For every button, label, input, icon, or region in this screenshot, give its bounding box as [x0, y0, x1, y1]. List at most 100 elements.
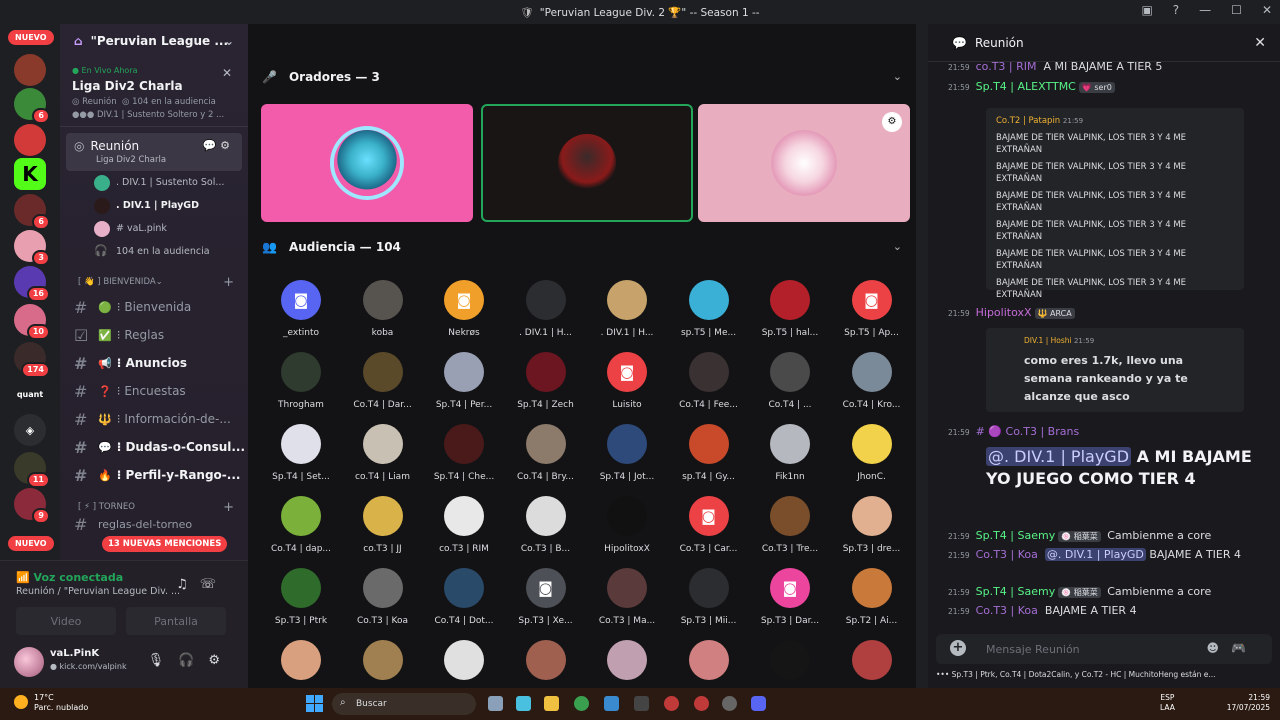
maximize-button[interactable]: ☐ [1231, 3, 1242, 17]
channel-informacion[interactable]: # 🔱 ⁝ Información-de-... [60, 405, 248, 433]
inbox-icon[interactable]: ▣ [1141, 3, 1152, 17]
channel-reglas-torneo[interactable]: # reglas-del-torneo [60, 515, 248, 533]
audience-member[interactable]: Co.T3 | Ma... [586, 568, 668, 640]
audience-member[interactable]: ◙ Sp.T5 | Ap... [831, 280, 913, 352]
kick-server-icon[interactable]: K [14, 158, 46, 190]
audience-member[interactable]: . DIV.1 | H... [505, 280, 587, 352]
audience-member[interactable] [342, 640, 424, 688]
app-icon[interactable] [634, 696, 649, 711]
server-icon[interactable]: 3 [14, 230, 50, 266]
audience-member[interactable]: ◙ Nekrøs [423, 280, 505, 352]
app-icon[interactable] [604, 696, 619, 711]
speakers-header[interactable]: 🎤 Oradores — 3 [262, 70, 380, 84]
chevron-down-icon[interactable]: ⌄ [893, 240, 902, 253]
server-icon[interactable]: 11 [14, 452, 50, 488]
audience-member[interactable]: Co.T4 | Fee... [668, 352, 750, 424]
minimize-button[interactable]: — [1199, 3, 1211, 17]
audience-member[interactable]: Co.T4 | ... [749, 352, 831, 424]
message-input[interactable]: + Mensaje Reunión ☻🎮 [936, 634, 1272, 664]
audience-member[interactable]: JhonC. [831, 424, 913, 496]
screen-share-button[interactable]: Pantalla [126, 607, 226, 635]
app-icon[interactable] [722, 696, 737, 711]
audience-member[interactable]: Sp.T4 | Jot... [586, 424, 668, 496]
audience-member[interactable]: ◙ Sp.T3 | Dar... [749, 568, 831, 640]
guild-header[interactable]: ⌂ "Peruvian League ... ⌄ [60, 24, 248, 58]
audience-header[interactable]: 👥 Audiencia — 104 [262, 240, 401, 254]
start-button[interactable] [306, 695, 324, 713]
audience-member[interactable]: Sp.T3 | dre... [831, 496, 913, 568]
language-indicator[interactable]: ESP LAA [1160, 693, 1175, 713]
server-icon[interactable]: 10 [14, 304, 50, 340]
add-attachment-icon[interactable]: + [950, 640, 966, 656]
audience-member[interactable]: ◙ Luisito [586, 352, 668, 424]
channel-bienvenida[interactable]: # 🟢 ⁝ Bienvenida [60, 293, 248, 321]
chevron-down-icon[interactable]: ⌄ [893, 70, 902, 83]
voice-actions[interactable]: ♫☏ [176, 577, 228, 592]
channel-actions[interactable]: 💬⚙ [202, 139, 234, 152]
clock[interactable]: 21:59 17/07/2025 [1227, 693, 1270, 713]
audience-member[interactable]: Co.T3 | B... [505, 496, 587, 568]
voice-user[interactable]: . DIV.1 | Sustento Sol... [60, 171, 248, 194]
close-icon[interactable]: ✕ [222, 66, 232, 80]
audience-member[interactable]: Sp.T2 | Ai... [831, 568, 913, 640]
channel-dudas[interactable]: # 💬 ⁝ Dudas-o-Consul... [60, 433, 248, 461]
add-channel-icon[interactable]: + [223, 275, 234, 290]
audience-member[interactable]: Throgham [260, 352, 342, 424]
channel-reglas[interactable]: ☑ ✅ ⁝ Reglas [60, 321, 248, 349]
help-icon[interactable]: ? [1173, 3, 1179, 17]
category-bienvenida[interactable]: [ 👋 ] BIENVENIDA ⌄ + [60, 271, 248, 293]
input-actions[interactable]: ☻🎮 [1207, 641, 1258, 655]
audience-member[interactable]: Co.T4 | Dar... [342, 352, 424, 424]
server-icon[interactable] [14, 54, 46, 86]
channel-anuncios[interactable]: # 📢 ⁝ Anuncios [60, 349, 248, 377]
task-view-icon[interactable] [488, 696, 503, 711]
audience-member[interactable]: Sp.T3 | Mii... [668, 568, 750, 640]
live-stage-card[interactable]: ● En Vivo Ahora Liga Div2 Charla ◎ Reuni… [60, 58, 248, 127]
channel-perfil[interactable]: # 🔥 ⁝ Perfil-y-Rango-... [60, 461, 248, 489]
audience-member[interactable]: Sp.T4 | Set... [260, 424, 342, 496]
audience-member[interactable]: Sp.T4 | Zech [505, 352, 587, 424]
audience-member[interactable]: Fik1nn [749, 424, 831, 496]
audience-member[interactable]: ◙ _extinto [260, 280, 342, 352]
audience-member[interactable]: ◙ Co.T3 | Car... [668, 496, 750, 568]
voice-user[interactable]: . DIV.1 | PlayGD [60, 194, 248, 217]
chrome-icon[interactable] [574, 696, 589, 711]
audience-member[interactable]: Co.T4 | Bry... [505, 424, 587, 496]
server-icon[interactable]: 16 [14, 266, 50, 302]
add-channel-icon[interactable]: + [223, 500, 234, 515]
audience-member[interactable]: co.T3 | JJ [342, 496, 424, 568]
server-icon[interactable]: ◈ [14, 414, 46, 446]
user-panel[interactable]: vaL.PinK ● kick.com/valpink 🎙🎧⚙ [14, 645, 238, 681]
avatar[interactable] [14, 647, 44, 677]
audience-member[interactable] [586, 640, 668, 688]
speaker-tile[interactable]: ⚙ [698, 104, 910, 222]
audience-member[interactable]: co.T3 | RIM [423, 496, 505, 568]
audience-member[interactable] [831, 640, 913, 688]
video-button[interactable]: Video [16, 607, 116, 635]
audience-member[interactable] [749, 640, 831, 688]
audience-member[interactable]: sp.T5 | Me... [668, 280, 750, 352]
app-icon[interactable] [694, 696, 709, 711]
server-icon[interactable]: 9 [14, 488, 50, 524]
audience-member[interactable]: Sp.T4 | Che... [423, 424, 505, 496]
discord-taskbar-icon[interactable] [751, 696, 766, 711]
server-icon[interactable] [14, 124, 46, 156]
audience-member[interactable]: koba [342, 280, 424, 352]
audience-member[interactable] [668, 640, 750, 688]
audience-member[interactable]: Sp.T4 | Per... [423, 352, 505, 424]
copilot-icon[interactable] [516, 696, 531, 711]
audience-member[interactable]: Sp.T5 | hal... [749, 280, 831, 352]
voice-location[interactable]: Reunión / "Peruvian League Div. ... [16, 586, 180, 597]
audience-member[interactable]: Co.T3 | Koa [342, 568, 424, 640]
speaker-tile-active[interactable] [481, 104, 693, 222]
audience-member[interactable]: Co.T3 | Tre... [749, 496, 831, 568]
server-icon[interactable]: 6 [14, 194, 50, 230]
audience-member[interactable] [505, 640, 587, 688]
user-controls[interactable]: 🎙🎧⚙ [148, 653, 234, 668]
audience-member[interactable]: ◙ Sp.T3 | Xe... [505, 568, 587, 640]
audience-count[interactable]: 🎧 104 en la audiencia [60, 240, 248, 263]
audience-member[interactable] [423, 640, 505, 688]
speaker-tile[interactable] [261, 104, 473, 222]
audience-member[interactable]: HipolitoxX [586, 496, 668, 568]
file-explorer-icon[interactable] [544, 696, 559, 711]
